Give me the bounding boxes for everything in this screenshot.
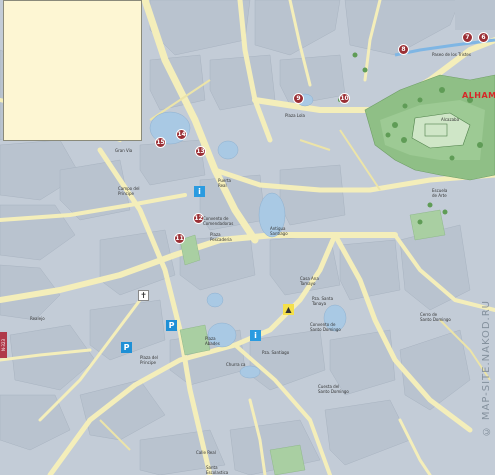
label-gran-via: Gran Via xyxy=(115,148,133,153)
poi-marker-14[interactable]: 14 xyxy=(176,129,187,140)
road-tag: N-323 xyxy=(0,332,7,358)
label-plaza-pescaderia: Plaza Pescaderia xyxy=(210,232,232,242)
poi-marker-8[interactable]: 8 xyxy=(398,44,409,55)
label-convento-santo: Convento de Santo Domingo xyxy=(310,322,341,332)
label-calle-real: Calle Real xyxy=(196,450,216,455)
label-alcazaba: Alcazaba xyxy=(441,117,460,122)
poi-marker-11[interactable]: 11 xyxy=(174,233,185,244)
label-plaza-lola: Plaza Lola xyxy=(285,113,305,118)
label-escuela: Escuela de Arte xyxy=(432,188,448,198)
label-puerta: Puerta Real xyxy=(218,178,232,188)
poi-marker-7[interactable]: 7 xyxy=(462,32,473,43)
label-cuesta: Cuesta del Santo Domingo xyxy=(318,384,349,394)
label-realejo: Realejo xyxy=(30,316,45,321)
label-santa-escolastica: Santa Escolastica xyxy=(206,465,229,475)
poi-marker-9[interactable]: 9 xyxy=(293,93,304,104)
parking-icon[interactable]: P xyxy=(166,320,177,331)
shop-icon[interactable]: ▲ xyxy=(283,304,294,315)
watermark: © MAP-SITE.NAKOD.RU xyxy=(481,300,492,437)
poi-marker-10[interactable]: 10 xyxy=(339,93,350,104)
parking-icon[interactable]: P xyxy=(121,342,132,353)
label-cerro-santo: Cerro de Santo Domingo xyxy=(420,312,451,322)
poi-marker-6[interactable]: 6 xyxy=(478,32,489,43)
label-paseo: Paseo de los Tristes xyxy=(432,52,471,57)
info-icon[interactable]: i xyxy=(194,186,205,197)
label-plaza-abades: Plaza Abades xyxy=(205,336,220,346)
label-churra: Churra ca xyxy=(226,362,246,367)
label-pza-santa-tanaya: Pza. Santa Tanaya xyxy=(312,296,334,306)
label-plaza-principe: Plaza del Principe xyxy=(140,355,158,365)
info-icon[interactable]: i xyxy=(250,330,261,341)
map-legend-panel xyxy=(3,0,142,141)
label-campo: Campo del Principe xyxy=(118,186,140,196)
church-icon[interactable]: ✝ xyxy=(138,290,149,301)
label-casa-ana-tamayo: Casa Ana Tamayo xyxy=(300,276,319,286)
label-convento-comendadoras: Convento de Comendadoras xyxy=(203,216,234,226)
poi-marker-15[interactable]: 15 xyxy=(155,137,166,148)
label-antigua-santiago: Antigua Santiago xyxy=(270,226,288,236)
label-pza-santiago: Pza. Santiago xyxy=(262,350,290,355)
poi-marker-13[interactable]: 13 xyxy=(195,146,206,157)
district-title: ALHAM xyxy=(462,91,495,100)
city-map[interactable]: ALHAM 7 6 8 9 10 13 14 15 12 11 i i P P … xyxy=(0,0,495,475)
